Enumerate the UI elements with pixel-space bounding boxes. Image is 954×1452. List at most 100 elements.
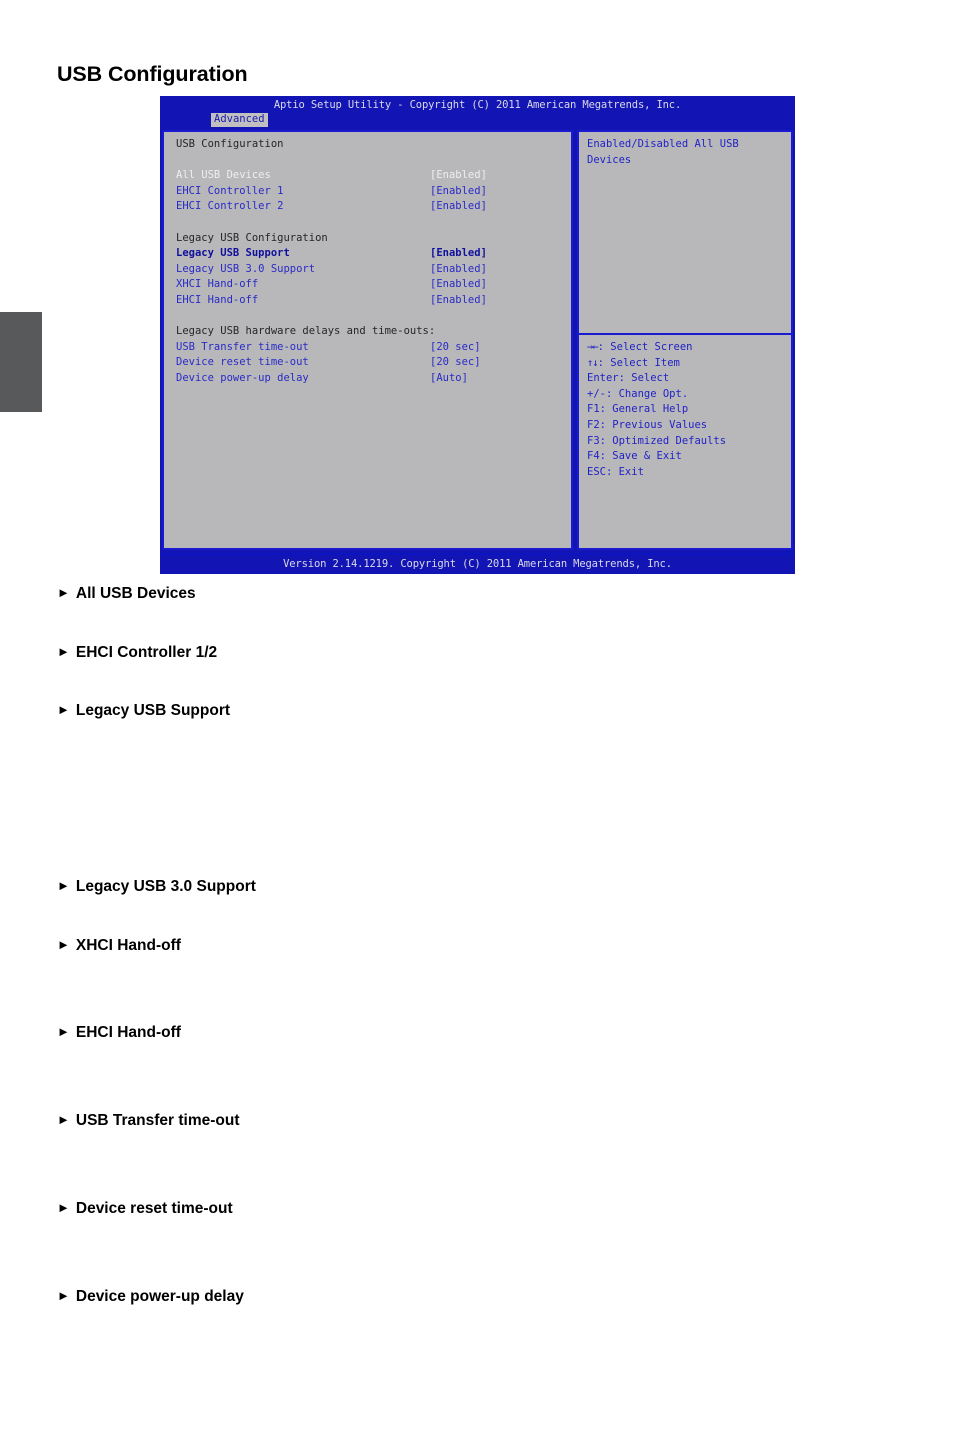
settings-row-label: All USB Devices (176, 169, 271, 182)
settings-row-label: EHCI Controller 2 (176, 200, 284, 213)
settings-row-value[interactable]: [Enabled] (430, 184, 487, 200)
bullet-item: ► All USB Devices (57, 585, 196, 603)
settings-row[interactable]: Device reset time-out [20 sec] (176, 355, 566, 371)
settings-spacer (176, 215, 566, 231)
settings-row-value[interactable]: [Enabled] (430, 262, 487, 278)
key-legend-item: +/-: Change Opt. (587, 387, 787, 403)
settings-row-value[interactable]: [Enabled] (430, 246, 487, 262)
settings-row-value[interactable]: [Enabled] (430, 168, 487, 184)
bullet-arrow-icon: ► (57, 937, 70, 952)
key-legend-item: ↑↓: Select Item (587, 356, 787, 372)
key-legend: →←: Select Screen ↑↓: Select Item Enter: S… (587, 340, 787, 480)
settings-row-value[interactable]: [Enabled] (430, 199, 487, 215)
bullet-item: ► Device power-up delay (57, 1288, 244, 1306)
bullet-label: Legacy USB 3.0 Support (75, 878, 256, 895)
key-legend-item: ESC: Exit (587, 465, 787, 481)
key-legend-text: F3: Optimized Defaults (587, 434, 727, 447)
tab-advanced[interactable]: Advanced (211, 113, 268, 127)
settings-row-label: USB Configuration (176, 138, 284, 150)
bullet-arrow-icon: ► (57, 1200, 70, 1215)
bullet-item: ► Legacy USB 3.0 Support (57, 878, 256, 896)
bullet-arrow-icon: ► (57, 644, 70, 659)
settings-row-label: Device reset time-out (176, 356, 309, 369)
settings-row-label: Legacy USB Support (176, 247, 290, 260)
settings-row-label (176, 216, 182, 228)
settings-row-label: EHCI Hand-off (176, 293, 259, 306)
settings-row-label (176, 310, 182, 322)
bullet-label: USB Transfer time-out (75, 1112, 240, 1129)
key-legend-text: Enter: Select (587, 372, 670, 385)
settings-row[interactable]: USB Transfer time-out [20 sec] (176, 340, 566, 356)
settings-spacer (176, 153, 566, 169)
bullet-item: ► Device reset time-out (57, 1200, 233, 1218)
bullet-arrow-icon: ► (57, 585, 70, 600)
settings-row: Legacy USB hardware delays and time-outs… (176, 324, 566, 340)
bullet-label: Device power-up delay (75, 1288, 244, 1305)
settings-row-label: USB Transfer time-out (176, 340, 309, 353)
bullet-arrow-icon: ► (57, 1288, 70, 1303)
key-legend-item: Enter: Select (587, 371, 787, 387)
key-legend-item: F2: Previous Values (587, 418, 787, 434)
key-legend-text: F2: Previous Values (587, 418, 708, 431)
bullet-label: EHCI Hand-off (75, 1024, 181, 1041)
settings-row[interactable]: Legacy USB Support [Enabled] (176, 246, 566, 262)
bios-title-bar: Aptio Setup Utility - Copyright (C) 2011… (160, 96, 795, 127)
help-pane: Enabled/Disabled All USB Devices →←: Sel… (577, 130, 793, 550)
settings-row[interactable]: Legacy USB 3.0 Support [Enabled] (176, 262, 566, 278)
arrow-leftright-icon: →← (587, 341, 599, 353)
key-legend-item: F3: Optimized Defaults (587, 434, 787, 450)
bullet-arrow-icon: ► (57, 878, 70, 893)
key-legend-text: F1: General Help (587, 403, 689, 416)
settings-row-label: Device power-up delay (176, 371, 309, 384)
bullet-label: Device reset time-out (75, 1200, 233, 1217)
settings-row-value[interactable]: [Enabled] (430, 293, 487, 309)
key-legend-item: →←: Select Screen (587, 340, 787, 356)
settings-row-label: EHCI Controller 1 (176, 184, 284, 197)
bullet-label: Legacy USB Support (75, 702, 231, 719)
bullet-arrow-icon: ► (57, 702, 70, 717)
bullet-label: All USB Devices (75, 585, 196, 602)
settings-row-value[interactable]: [20 sec] (430, 355, 481, 371)
arrow-updown-icon: ↑↓ (587, 356, 599, 369)
settings-row-label: Legacy USB hardware delays and time-outs… (176, 325, 436, 338)
settings-list: USB Configuration All USB Devices [Enable… (176, 137, 566, 387)
bullet-item: ► XHCI Hand-off (57, 937, 181, 955)
settings-row-label (176, 154, 182, 166)
bios-footer-text: Version 2.14.1219. Copyright (C) 2011 Am… (160, 555, 795, 574)
bios-header-text: Aptio Setup Utility - Copyright (C) 2011… (273, 99, 682, 111)
bullet-arrow-icon: ► (57, 1024, 70, 1039)
page-title: USB Configuration (57, 62, 248, 86)
key-legend-item: F4: Save & Exit (587, 449, 787, 465)
settings-row-value[interactable]: [20 sec] (430, 340, 481, 356)
key-legend-text: F4: Save & Exit (587, 450, 682, 463)
key-legend-text: : Select Screen (597, 341, 693, 353)
settings-row[interactable]: EHCI Hand-off [Enabled] (176, 293, 566, 309)
bullet-arrow-icon: ► (57, 1112, 70, 1127)
bullet-label: XHCI Hand-off (75, 937, 181, 954)
settings-row-label: XHCI Hand-off (176, 278, 259, 291)
settings-spacer (176, 309, 566, 325)
settings-row-value[interactable]: [Auto] (430, 371, 468, 387)
settings-row[interactable]: EHCI Controller 2 [Enabled] (176, 199, 566, 215)
settings-row[interactable]: Device power-up delay [Auto] (176, 371, 566, 387)
bullet-item: ► Legacy USB Support (57, 702, 230, 720)
help-divider (579, 333, 791, 335)
bullet-item: ► EHCI Controller 1/2 (57, 644, 217, 662)
bullet-item: ► USB Transfer time-out (57, 1112, 240, 1130)
key-legend-item: F1: General Help (587, 402, 787, 418)
bios-screenshot: Aptio Setup Utility - Copyright (C) 2011… (160, 96, 795, 574)
settings-row[interactable]: EHCI Controller 1 [Enabled] (176, 184, 566, 200)
settings-pane: USB Configuration All USB Devices [Enable… (162, 130, 573, 550)
settings-row-label: Legacy USB 3.0 Support (176, 262, 316, 275)
chapter-edge-tab (0, 312, 42, 412)
settings-row-label: Legacy USB Configuration (176, 231, 328, 244)
help-description: Enabled/Disabled All USB Devices (587, 138, 739, 166)
key-legend-text: +/-: Change Opt. (587, 387, 689, 400)
key-legend-text: : Select Item (597, 356, 680, 369)
bios-body: USB Configuration All USB Devices [Enable… (160, 127, 795, 553)
bullet-item: ► EHCI Hand-off (57, 1024, 181, 1042)
settings-row[interactable]: All USB Devices [Enabled] (176, 168, 566, 184)
settings-row[interactable]: XHCI Hand-off [Enabled] (176, 277, 566, 293)
key-legend-text: ESC: Exit (587, 465, 644, 478)
settings-row-value[interactable]: [Enabled] (430, 277, 487, 293)
